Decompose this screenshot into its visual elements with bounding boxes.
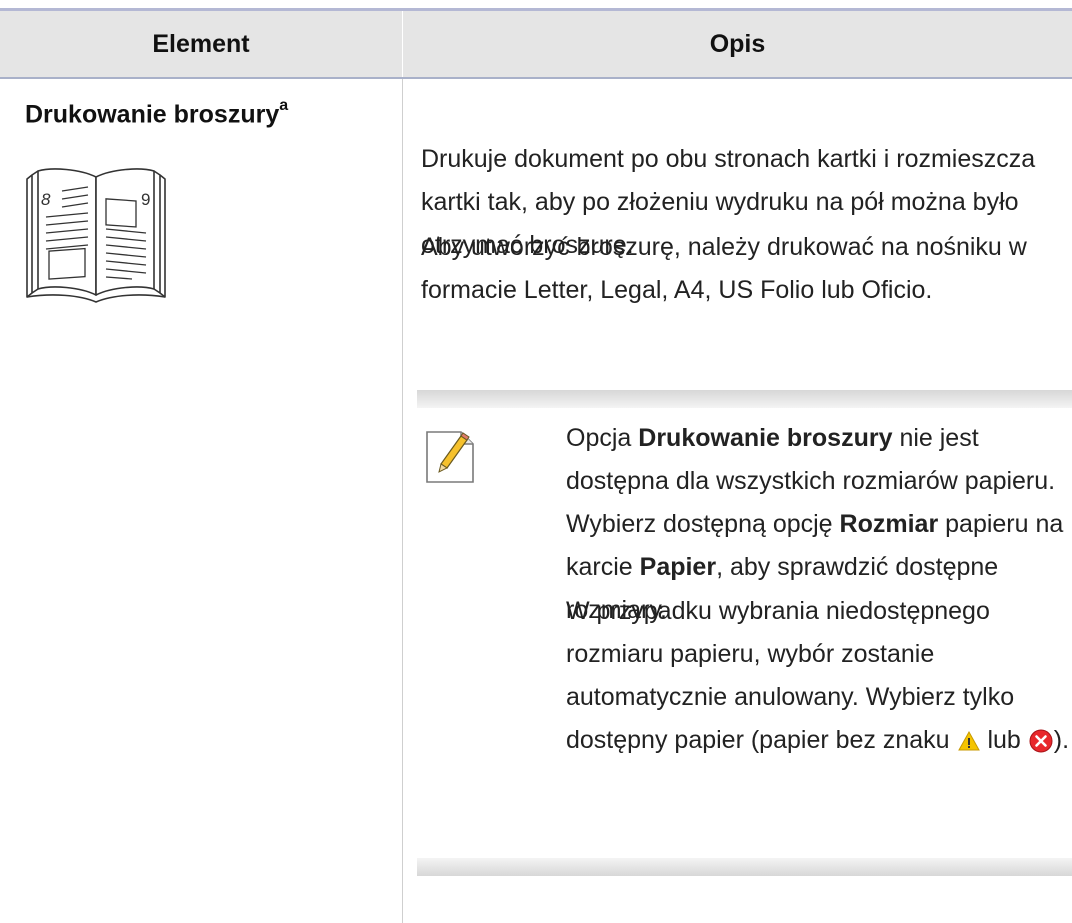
header-bottom-rule (0, 77, 1072, 79)
element-name: Drukowanie broszurya (25, 97, 289, 129)
error-x-icon (1029, 729, 1053, 753)
footnote-marker: a (279, 97, 289, 114)
note-p2-text-3: ). (1053, 726, 1070, 754)
note-p2-text-2: lub (980, 726, 1028, 754)
note-paragraph-2: W przypadku wybrania niedostępnego rozmi… (566, 590, 1070, 762)
note-p2-text-1: W przypadku wybrania niedostępnego rozmi… (566, 597, 1015, 754)
booklet-right-page-number: 9 (141, 190, 150, 209)
note-p1-bold-2: Rozmiar (839, 510, 939, 538)
warning-triangle-icon (957, 731, 980, 751)
note-p1-bold-1: Drukowanie broszury (638, 424, 893, 452)
column-divider (402, 79, 403, 923)
header-element: Element (152, 30, 250, 58)
note-pencil-icon (426, 431, 474, 483)
element-name-text: Drukowanie broszury (25, 100, 280, 129)
note-bottom-band (417, 858, 1072, 876)
description-paragraph-2: Aby utworzyć broszurę, należy drukować n… (421, 233, 1027, 304)
booklet-left-page-number: 8 (41, 190, 51, 209)
note-p1-bold-3: Papier (639, 553, 717, 581)
note-box: Opcja Drukowanie broszury nie jest dostę… (417, 390, 1072, 876)
booklet-icon: 8 9 (26, 168, 166, 303)
options-table: Element Opis Drukowanie broszurya 8 9 Dr… (0, 0, 1072, 923)
note-top-band (417, 390, 1072, 408)
note-p1-text-1: Opcja (566, 424, 639, 452)
header-description: Opis (709, 30, 766, 58)
